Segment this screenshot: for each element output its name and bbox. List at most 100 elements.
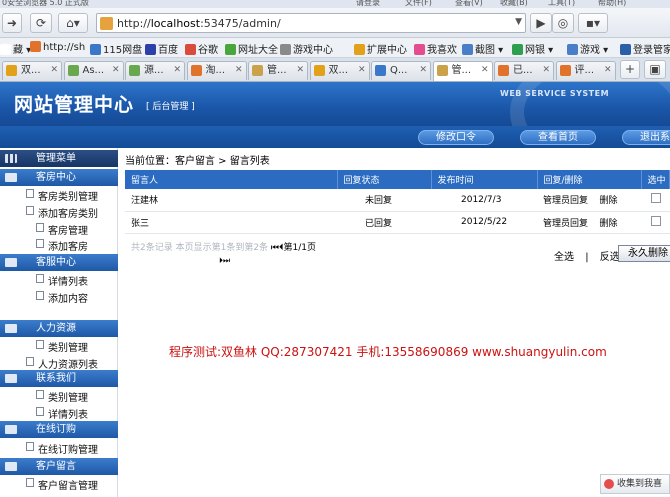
shield-icon[interactable]: ◎: [552, 13, 574, 33]
page-icon: [36, 274, 44, 283]
extension-icon[interactable]: ▪▾: [578, 13, 608, 33]
row-checkbox[interactable]: [651, 193, 661, 204]
permanent-delete-button[interactable]: 永久删除: [618, 245, 670, 262]
delete-link[interactable]: 删除: [599, 219, 617, 229]
bookmark-item[interactable]: 游戏 ▾: [567, 41, 608, 56]
menu-file[interactable]: 文件(F): [405, 0, 432, 8]
sidebar-item-detail-list[interactable]: 详情列表: [36, 273, 88, 288]
close-icon[interactable]: ✕: [419, 62, 427, 79]
sidebar-item-contact-detail[interactable]: 详情列表: [36, 406, 88, 421]
browser-tab[interactable]: 双... ✕: [309, 61, 370, 80]
pager-next-nav[interactable]: ⏵⏭: [219, 256, 230, 266]
menu-tools[interactable]: 工具(T): [548, 0, 575, 8]
browser-tab[interactable]: 源... ✕: [125, 61, 185, 80]
invert-selection-link[interactable]: 反选: [600, 252, 620, 263]
refresh-icon[interactable]: ⟳: [30, 13, 52, 33]
pager-summary: 共2条记录 本页显示第1条到第2条: [131, 243, 269, 253]
reply-link[interactable]: 管理员回复: [543, 196, 588, 206]
bookmark-item[interactable]: 网银 ▾: [512, 41, 553, 56]
folder-icon: [5, 462, 17, 471]
browser-tab[interactable]: 已... ✕: [494, 61, 554, 80]
header-strip: 修改口令 查看首页 退出系统: [0, 126, 670, 148]
sidebar-group-rooms[interactable]: 客房中心: [0, 169, 118, 186]
sidebar-item-room-category[interactable]: 客房类别管理: [26, 188, 98, 203]
browser-tab[interactable]: 双... ✕: [2, 61, 62, 80]
sidebar-item-add-content[interactable]: 添加内容: [36, 290, 88, 305]
select-all-link[interactable]: 全选: [554, 252, 574, 263]
pager-info: 共2条记录 本页显示第1条到第2条 ⏮⏴第1/1页: [131, 240, 316, 253]
sidebar-group-service[interactable]: 客服中心: [0, 254, 118, 271]
home-icon[interactable]: ⌂▾: [58, 13, 88, 33]
tab-list-icon[interactable]: ▣: [644, 60, 666, 79]
change-password-button[interactable]: 修改口令: [418, 130, 494, 145]
sidebar-item-message-manage[interactable]: 客户留言管理: [26, 477, 98, 492]
sidebar-item-add-room-category[interactable]: 添加客房类别: [26, 205, 98, 220]
sidebar-item-contact-category[interactable]: 类别管理: [36, 389, 88, 404]
bookmark-item[interactable]: 扩展中心: [354, 41, 407, 56]
address-bar[interactable]: http://localhost:53475/admin/ ▼: [96, 13, 526, 33]
logout-button[interactable]: 退出系统: [622, 130, 670, 145]
sidebar-group-hr[interactable]: 人力资源: [0, 320, 118, 337]
close-icon[interactable]: ✕: [604, 62, 612, 79]
cell-author: 张三: [125, 211, 337, 234]
browser-tab[interactable]: 淘... ✕: [186, 61, 247, 80]
app-subtitle: [ 后台管理 ]: [146, 102, 195, 112]
chevron-down-icon[interactable]: ▼: [515, 17, 522, 27]
bookmark-item[interactable]: 登录管家: [620, 41, 670, 56]
table-row: 张三 已回复 2012/5/22 管理员回复 删除: [125, 211, 670, 234]
menu-view[interactable]: 查看(V): [455, 0, 483, 8]
folder-icon: [5, 258, 17, 267]
bookmark-item[interactable]: 115网盘: [90, 41, 142, 56]
sidebar-item-room-manage[interactable]: 客房管理: [36, 222, 88, 237]
view-homepage-button[interactable]: 查看首页: [520, 130, 596, 145]
sidebar-group-messages[interactable]: 客户留言: [0, 458, 118, 475]
column-header-date: 发布时间: [431, 170, 538, 189]
sidebar-group-contact[interactable]: 联系我们: [0, 370, 118, 387]
close-icon[interactable]: ✕: [358, 62, 366, 79]
browser-tab[interactable]: 管... ✕: [248, 61, 308, 80]
close-icon[interactable]: ✕: [542, 62, 550, 79]
menu-help[interactable]: 帮助(H): [598, 0, 626, 8]
cell-author: 汪建林: [125, 189, 337, 212]
close-icon[interactable]: ✕: [112, 62, 120, 79]
row-checkbox[interactable]: [651, 215, 661, 226]
sidebar-group-orders[interactable]: 在线订购: [0, 421, 118, 438]
reply-link[interactable]: 管理员回复: [543, 219, 588, 229]
close-icon[interactable]: ✕: [481, 62, 489, 79]
bookmark-item[interactable]: 藏 ▾: [0, 41, 31, 56]
menu-favorites[interactable]: 收藏(B): [500, 0, 528, 8]
login-link[interactable]: 请登录: [356, 0, 380, 8]
new-tab-button[interactable]: +: [620, 60, 640, 79]
cell-action: 管理员回复 删除: [537, 211, 641, 234]
browser-tab[interactable]: 评... ✕: [555, 61, 616, 80]
pager-page-nav[interactable]: ⏮⏴第1/1页: [271, 243, 316, 253]
forward-icon[interactable]: ➜: [2, 13, 22, 33]
breadcrumb: 当前位置：客户留言 > 留言列表: [125, 156, 270, 167]
close-icon[interactable]: ✕: [50, 62, 58, 79]
browser-tab[interactable]: 管... ✕: [432, 61, 493, 81]
bookmark-item[interactable]: 谷歌: [185, 41, 218, 56]
sidebar: 管理菜单 客房中心 客房类别管理 添加客房类别 客房管理 添加客房 客服中心 详…: [0, 148, 118, 497]
sidebar-item-order-manage[interactable]: 在线订购管理: [26, 441, 98, 456]
browser-tab[interactable]: Q... ✕: [371, 61, 431, 80]
browser-tab[interactable]: As... ✕: [63, 61, 124, 80]
close-icon[interactable]: ✕: [173, 62, 181, 79]
bookmark-item[interactable]: 游戏中心: [280, 41, 333, 56]
bookmark-item[interactable]: 我喜欢: [414, 41, 457, 56]
go-icon[interactable]: ▶: [530, 13, 552, 33]
bookmark-item[interactable]: 截图 ▾: [462, 41, 503, 56]
close-icon[interactable]: ✕: [235, 62, 243, 79]
sidebar-item-hr-category[interactable]: 类别管理: [36, 339, 88, 354]
bookmark-item[interactable]: http://sh: [30, 41, 85, 53]
folder-icon: [5, 374, 17, 383]
table-row: 汪建林 未回复 2012/7/3 管理员回复 删除: [125, 189, 670, 212]
delete-link[interactable]: 删除: [599, 196, 617, 206]
sidebar-item-add-room[interactable]: 添加客房: [36, 238, 88, 253]
collect-favorite-button[interactable]: 收集到我喜: [600, 474, 670, 494]
bookmark-item[interactable]: 百度: [145, 41, 178, 56]
close-icon[interactable]: ✕: [296, 62, 304, 79]
page-icon: [26, 357, 34, 366]
app-tagline: WEB SERVICE SYSTEM: [500, 89, 610, 98]
sidebar-item-hr-list[interactable]: 人力资源列表: [26, 356, 98, 371]
bookmark-item[interactable]: 网址大全: [225, 41, 278, 56]
